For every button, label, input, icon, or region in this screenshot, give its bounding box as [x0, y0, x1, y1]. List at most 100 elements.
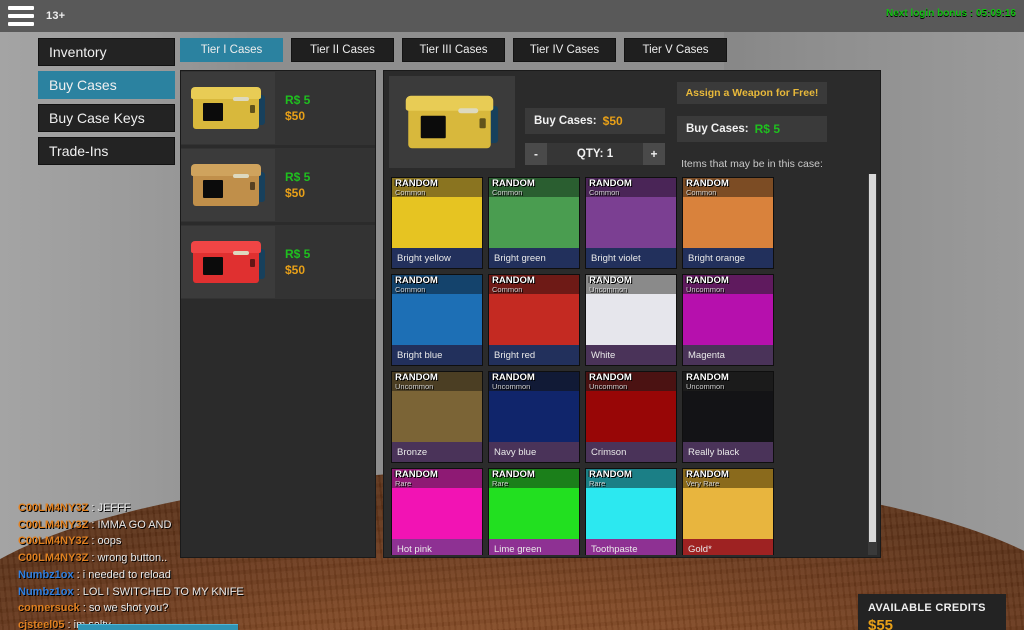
item-card-header: RANDOM Rare — [392, 469, 482, 488]
chat-input-bar[interactable] — [78, 624, 238, 630]
item-color-swatch — [489, 488, 579, 539]
chat-message: C00LM4NY3Z : JEFFF — [18, 500, 338, 517]
crate-window — [203, 180, 223, 198]
sidebar-item-label: Inventory — [49, 44, 107, 60]
buy-cases-cash-value: $50 — [602, 114, 623, 128]
sidebar-item-buy-cases[interactable]: Buy Cases — [38, 71, 175, 99]
item-name-footer: Bright violet — [586, 248, 676, 268]
sidebar-item-inventory[interactable]: Inventory — [38, 38, 175, 66]
crate-lid — [191, 87, 261, 99]
possible-item-card[interactable]: RANDOM Uncommon White — [585, 274, 677, 366]
item-name: Bright green — [494, 252, 546, 264]
case-crate-graphic — [189, 85, 267, 131]
buy-cases-cash-button[interactable]: Buy Cases: $50 — [525, 108, 665, 134]
item-color-swatch — [683, 294, 773, 345]
possible-item-card[interactable]: RANDOM Rare Toothpaste — [585, 468, 677, 555]
tab-label: Tier I Cases — [200, 44, 263, 56]
chat-message: Numbz1ox : LOL I SWITCHED TO MY KNIFE — [18, 584, 338, 601]
login-bonus-timer: Next login bonus : 05:09:16 — [885, 8, 1016, 19]
tab-label: Tier V Cases — [642, 44, 709, 56]
possible-item-card[interactable]: RANDOM Common Bright red — [488, 274, 580, 366]
possible-item-card[interactable]: RANDOM Uncommon Bronze — [391, 371, 483, 463]
chat-separator: : — [73, 568, 83, 581]
case-crate-graphic — [403, 93, 501, 151]
item-card-header: RANDOM Common — [683, 178, 773, 197]
case-list-panel[interactable]: R$ 5 $50 R$ 5 $50 R$ 5 $50 — [180, 70, 376, 558]
purchase-robux-column: Assign a Weapon for Free! Buy Cases: R$ … — [677, 76, 827, 170]
case-detail-header: Buy Cases: $50 - QTY: 1 + Assign a Weapo… — [384, 71, 880, 171]
possible-item-card[interactable]: RANDOM Uncommon Crimson — [585, 371, 677, 463]
case-list-item[interactable]: R$ 5 $50 — [181, 148, 375, 222]
possible-item-card[interactable]: RANDOM Uncommon Navy blue — [488, 371, 580, 463]
possible-item-card[interactable]: RANDOM Common Bright green — [488, 177, 580, 269]
item-rarity-label: Uncommon — [395, 381, 434, 391]
item-grid-scrollbar-thumb[interactable] — [869, 174, 876, 542]
sidebar-item-trade-ins[interactable]: Trade-Ins — [38, 137, 175, 165]
item-grid-scrollbar[interactable] — [868, 174, 877, 555]
case-price-group: R$ 5 $50 — [275, 169, 310, 201]
item-name-footer: White — [586, 345, 676, 365]
possible-item-card[interactable]: RANDOM Common Bright blue — [391, 274, 483, 366]
possible-item-card[interactable]: RANDOM Common Bright yellow — [391, 177, 483, 269]
possible-item-card[interactable]: RANDOM Uncommon Magenta — [682, 274, 774, 366]
crate-bolt — [250, 259, 255, 267]
item-color-swatch — [683, 488, 773, 539]
tier-tabs: Tier I Cases Tier II Cases Tier III Cases T… — [180, 38, 727, 62]
item-card-header: RANDOM Very Rare — [683, 469, 773, 488]
item-name: Navy blue — [494, 446, 537, 458]
case-list-item[interactable]: R$ 5 $50 — [181, 225, 375, 299]
item-name: Bright violet — [591, 252, 641, 264]
case-crate-graphic — [189, 162, 267, 208]
tab-tier-iv-cases[interactable]: Tier IV Cases — [513, 38, 616, 62]
tab-tier-iii-cases[interactable]: Tier III Cases — [402, 38, 505, 62]
item-name-footer: Hot pink — [392, 539, 482, 555]
quantity-increase-button[interactable]: + — [643, 143, 665, 165]
sidebar-item-label: Buy Case Keys — [49, 110, 145, 126]
item-name: Toothpaste — [591, 543, 638, 555]
item-name-footer: Bronze — [392, 442, 482, 462]
case-list-item[interactable]: R$ 5 $50 — [181, 71, 375, 145]
assign-weapon-free-button[interactable]: Assign a Weapon for Free! — [677, 82, 827, 104]
hamburger-menu-icon[interactable] — [8, 6, 34, 26]
item-rarity-label: Rare — [589, 478, 606, 488]
quantity-stepper[interactable]: - QTY: 1 + — [525, 143, 665, 165]
item-name-footer: Crimson — [586, 442, 676, 462]
case-crate-graphic — [189, 239, 267, 285]
item-rarity-label: Common — [492, 187, 523, 197]
item-card-header: RANDOM Uncommon — [586, 372, 676, 391]
quantity-decrease-button[interactable]: - — [525, 143, 547, 165]
item-name-footer: Lime green — [489, 539, 579, 555]
item-name-footer: Toothpaste — [586, 539, 676, 555]
item-name: Magenta — [688, 349, 725, 361]
case-thumbnail — [181, 149, 275, 221]
item-card-header: RANDOM Uncommon — [586, 275, 676, 294]
possible-item-card[interactable]: RANDOM Uncommon Really black — [682, 371, 774, 463]
item-card-header: RANDOM Rare — [489, 469, 579, 488]
case-robux-price: R$ 5 — [285, 92, 311, 107]
crate-latch — [458, 108, 479, 114]
item-rarity-label: Uncommon — [589, 284, 628, 294]
possible-item-card[interactable]: RANDOM Rare Hot pink — [391, 468, 483, 555]
crate-lid — [191, 164, 261, 176]
item-name-footer: Navy blue — [489, 442, 579, 462]
possible-item-card[interactable]: RANDOM Very Rare Gold* — [682, 468, 774, 555]
tab-tier-i-cases[interactable]: Tier I Cases — [180, 38, 283, 62]
item-card-header: RANDOM Uncommon — [683, 275, 773, 294]
tab-tier-ii-cases[interactable]: Tier II Cases — [291, 38, 394, 62]
possible-item-card[interactable]: RANDOM Rare Lime green — [488, 468, 580, 555]
item-name-footer: Magenta — [683, 345, 773, 365]
item-color-swatch — [392, 391, 482, 442]
crate-lid — [191, 241, 261, 253]
chat-text: so we shot you? — [88, 602, 169, 615]
sidebar-nav: Inventory Buy Cases Buy Case Keys Trade-Ins — [38, 38, 175, 170]
purchase-cash-column: Buy Cases: $50 - QTY: 1 + — [525, 76, 665, 166]
buy-cases-robux-button[interactable]: Buy Cases: R$ 5 — [677, 116, 827, 142]
sidebar-item-buy-case-keys[interactable]: Buy Case Keys — [38, 104, 175, 132]
available-credits-panel: AVAILABLE CREDITS $55 — [858, 594, 1006, 630]
tab-tier-v-cases[interactable]: Tier V Cases — [624, 38, 727, 62]
possible-item-card[interactable]: RANDOM Common Bright orange — [682, 177, 774, 269]
item-color-swatch — [683, 391, 773, 442]
possible-item-card[interactable]: RANDOM Common Bright violet — [585, 177, 677, 269]
item-rarity-label: Common — [589, 187, 620, 197]
item-color-swatch — [586, 197, 676, 248]
